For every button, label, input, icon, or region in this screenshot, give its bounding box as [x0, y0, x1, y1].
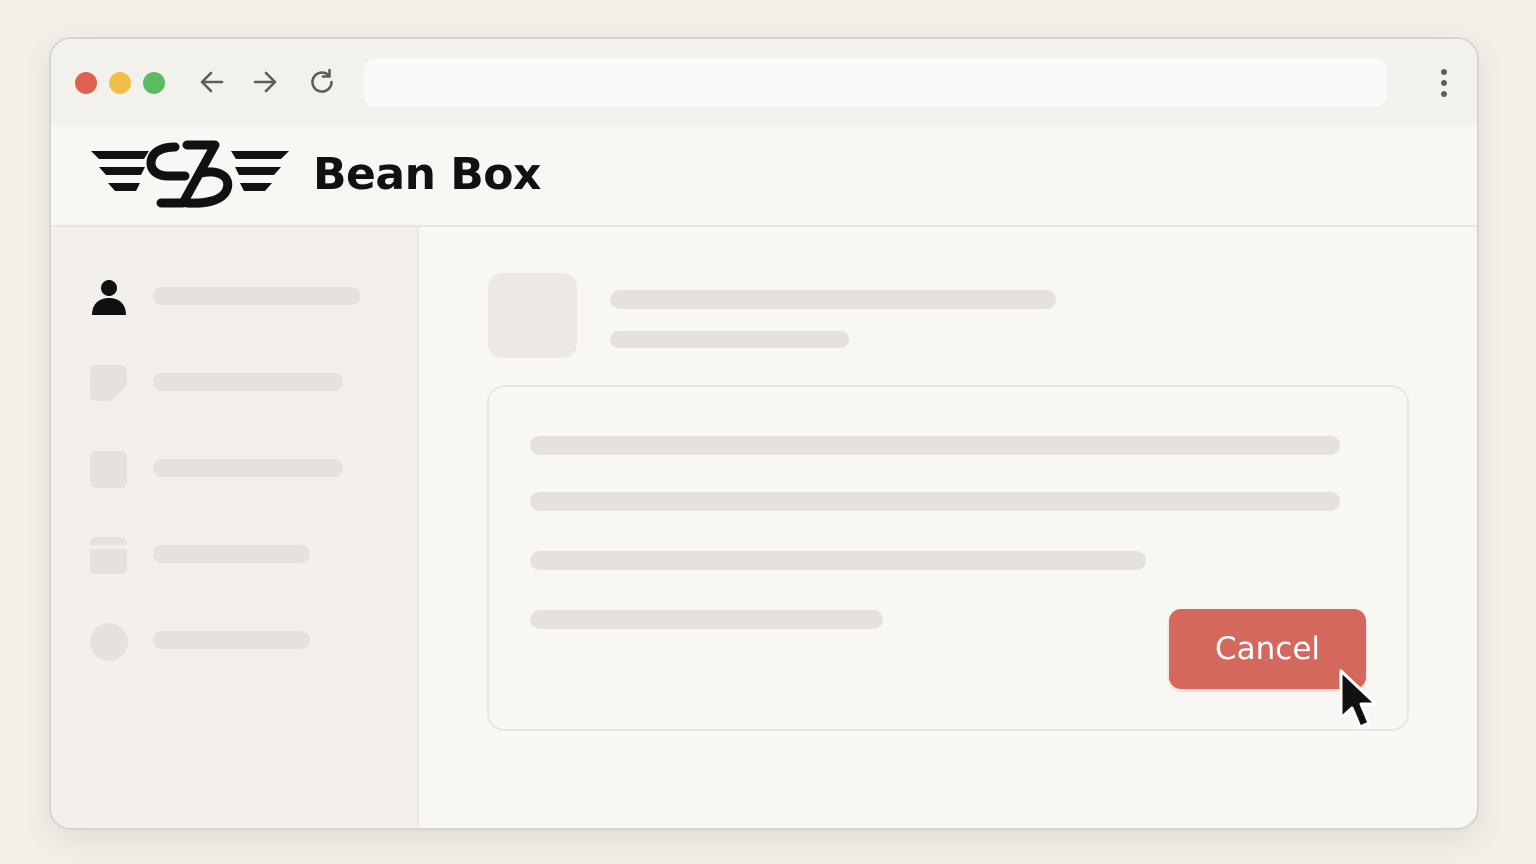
text-line-placeholder [530, 610, 883, 629]
sidebar-item-label-placeholder [153, 287, 361, 305]
note-icon [90, 365, 127, 401]
subtitle-placeholder [610, 331, 849, 348]
sidebar [51, 227, 419, 828]
reload-icon [311, 68, 333, 93]
close-window-button[interactable] [75, 72, 97, 94]
sidebar-item-label-placeholder [153, 459, 343, 477]
text-line-placeholder [530, 551, 1146, 570]
box-icon [90, 537, 127, 574]
back-button[interactable] [194, 64, 230, 100]
kebab-menu-icon [1441, 69, 1447, 75]
forward-arrow-icon [253, 71, 277, 93]
back-arrow-icon [200, 71, 224, 93]
mouse-pointer-icon [1339, 669, 1378, 729]
sidebar-item-user[interactable] [89, 275, 389, 319]
minimize-window-button[interactable] [109, 72, 131, 94]
text-line-placeholder [530, 492, 1340, 511]
sidebar-item-label-placeholder [153, 545, 310, 563]
reload-button[interactable] [304, 64, 340, 100]
circle-icon [90, 623, 128, 661]
cancel-button[interactable]: Cancel [1169, 609, 1366, 689]
forward-button[interactable] [247, 64, 283, 100]
brand-name: Bean Box [313, 149, 541, 200]
text-line-placeholder [530, 436, 1340, 455]
square-icon [90, 451, 127, 488]
profile-image-placeholder [488, 273, 577, 358]
browser-toolbar [51, 39, 1477, 125]
sidebar-item-note[interactable] [89, 361, 389, 405]
title-placeholder [610, 290, 1056, 309]
sidebar-item-square[interactable] [89, 447, 389, 491]
sidebar-item-label-placeholder [153, 631, 310, 649]
address-bar-input[interactable] [364, 58, 1387, 107]
maximize-window-button[interactable] [143, 72, 165, 94]
sidebar-item-circle[interactable] [89, 619, 389, 663]
winged-rb-monogram-logo [91, 140, 289, 208]
app-header: Bean Box [51, 125, 1477, 227]
content-card: Cancel [487, 385, 1409, 731]
browser-menu-button[interactable] [1429, 66, 1459, 100]
sidebar-item-label-placeholder [153, 373, 343, 391]
user-icon [92, 280, 126, 315]
browser-window: Bean Box Cancel [49, 37, 1479, 830]
sidebar-item-box[interactable] [89, 533, 389, 577]
